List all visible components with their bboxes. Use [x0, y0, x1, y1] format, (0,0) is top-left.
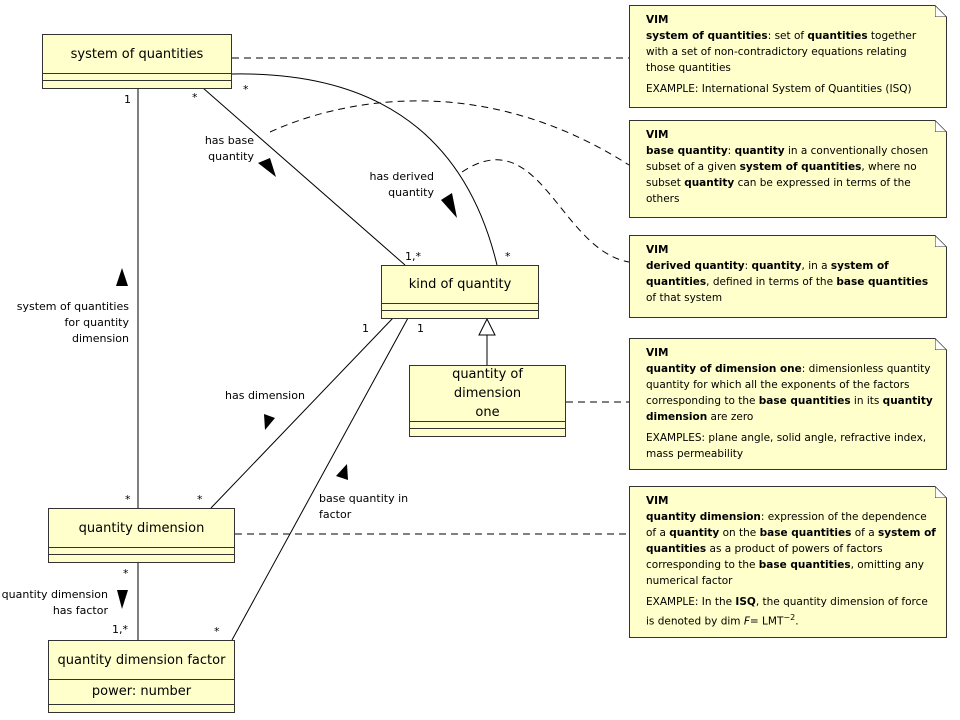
- direction-arrow-icon: [258, 158, 276, 177]
- label-has-dimension: has dimension: [225, 389, 305, 402]
- class-name: system of quantities: [43, 35, 231, 74]
- note-term: quantity: [684, 177, 735, 189]
- note-quantity-of-dimension-one: VIM quantity of dimension one: dimensionl…: [629, 338, 947, 470]
- note-text: , in a: [801, 260, 831, 272]
- note-term: quantity dimension: [646, 511, 761, 523]
- class-name: kind of quantity: [382, 266, 538, 304]
- uml-diagram: system of quantities kind of quantity qu…: [0, 0, 960, 720]
- note-term: base quantities: [758, 395, 851, 407]
- note-system-of-quantities: VIM system of quantities: set of quantiti…: [629, 5, 947, 108]
- multiplicity: 1: [417, 322, 424, 335]
- note-example: EXAMPLE: International System of Quantit…: [646, 81, 938, 97]
- multiplicity: *: [505, 250, 511, 263]
- attributes-compartment: [382, 304, 538, 311]
- class-kind-of-quantity[interactable]: kind of quantity: [381, 265, 539, 319]
- note-text: of a: [851, 527, 878, 539]
- direction-arrow-icon: [264, 414, 275, 430]
- note-quantity-dimension: VIM quantity dimension: expression of the…: [629, 486, 947, 638]
- multiplicity: 1,*: [112, 623, 128, 636]
- note-term: system of quantities: [646, 30, 768, 42]
- note-text: , defined in terms of the: [706, 276, 837, 288]
- attributes-compartment: [49, 548, 234, 555]
- note-derived-quantity: VIM derived quantity: quantity, in a syst…: [629, 235, 947, 318]
- note-term: base quantities: [759, 527, 852, 539]
- assoc-base-quantity-in-factor[interactable]: [231, 317, 409, 641]
- note-term: base quantities: [836, 276, 929, 288]
- label-base-quantity-in-factor: base quantity in factor: [319, 492, 409, 521]
- multiplicity: 1: [124, 93, 131, 106]
- class-name: quantity dimension: [49, 509, 234, 548]
- multiplicity: *: [214, 625, 220, 638]
- note-example: EXAMPLE: In the ISQ, the quantity dimens…: [646, 594, 938, 630]
- note-text: EXAMPLE: In the: [646, 596, 736, 608]
- direction-arrow-icon: [336, 464, 348, 480]
- note-title: VIM: [646, 495, 669, 507]
- multiplicity: *: [125, 493, 131, 506]
- note-definition: quantity of dimension one: dimensionless…: [646, 361, 938, 425]
- note-term: ISQ: [735, 596, 756, 608]
- note-term: quantities: [807, 30, 868, 42]
- note-text: are zero: [707, 411, 754, 423]
- note-definition: system of quantities: set of quantities …: [646, 28, 938, 76]
- class-quantity-of-dimension-one[interactable]: quantity of dimension one: [409, 365, 566, 437]
- note-title: VIM: [646, 244, 669, 256]
- label-soq-for-dimension: system of quantities for quantity dimens…: [16, 300, 129, 345]
- note-term: system of quantities: [739, 161, 862, 173]
- assoc-has-dimension[interactable]: [210, 317, 394, 509]
- multiplicity: *: [243, 83, 249, 96]
- note-term: quantity: [669, 527, 720, 539]
- class-quantity-dimension-factor[interactable]: quantity dimension factor power: number: [48, 640, 235, 713]
- label-dimension-has-factor: quantity dimension has factor: [1, 588, 108, 617]
- note-text: on the: [719, 527, 760, 539]
- note-link-2: [269, 100, 630, 166]
- label-has-base-quantity: has base quantity: [204, 134, 254, 163]
- note-text: −2: [783, 613, 796, 622]
- note-term: quantity of dimension one: [646, 363, 802, 375]
- multiplicity: *: [192, 91, 198, 104]
- multiplicity: *: [197, 493, 203, 506]
- note-text: EXAMPLE: International System of Quantit…: [646, 83, 912, 95]
- note-title: VIM: [646, 14, 669, 26]
- direction-arrow-icon: [117, 590, 128, 609]
- note-definition: base quantity: quantity in a conventiona…: [646, 143, 938, 207]
- note-definition: derived quantity: quantity, in a system …: [646, 258, 938, 306]
- attributes-compartment: [410, 422, 565, 429]
- note-term: derived quantity: [646, 260, 745, 272]
- note-text: : set of: [767, 30, 808, 42]
- note-text: in its: [850, 395, 883, 407]
- class-quantity-dimension[interactable]: quantity dimension: [48, 508, 235, 563]
- note-link-3: [461, 159, 630, 263]
- note-term: base quantity: [646, 145, 728, 157]
- note-text: .: [795, 615, 799, 628]
- note-text: = LMT: [749, 615, 784, 628]
- class-system-of-quantities[interactable]: system of quantities: [42, 34, 232, 89]
- direction-arrow-icon: [116, 268, 128, 286]
- note-text: EXAMPLES: plane angle, solid angle, refr…: [646, 432, 927, 460]
- note-definition: quantity dimension: expression of the de…: [646, 509, 938, 589]
- note-example: EXAMPLES: plane angle, solid angle, refr…: [646, 430, 938, 462]
- note-term: quantity: [751, 260, 802, 272]
- note-term: base quantities: [758, 559, 851, 571]
- direction-arrow-icon: [441, 193, 457, 218]
- note-text: :: [727, 145, 735, 157]
- class-name: quantity of dimension one: [410, 366, 565, 422]
- note-term: quantity: [734, 145, 785, 157]
- class-name: quantity dimension factor: [49, 641, 234, 680]
- generalization-triangle-icon: [478, 317, 496, 336]
- multiplicity: *: [123, 567, 129, 580]
- note-text: of that system: [646, 292, 723, 304]
- label-has-derived-quantity: has derived quantity: [369, 170, 434, 199]
- attributes-compartment: [43, 74, 231, 81]
- note-title: VIM: [646, 347, 669, 359]
- attribute-power: power: number: [49, 680, 234, 705]
- multiplicity: 1: [362, 322, 369, 335]
- note-title: VIM: [646, 129, 669, 141]
- note-base-quantity: VIM base quantity: quantity in a conventi…: [629, 120, 947, 218]
- multiplicity: 1,*: [405, 250, 421, 263]
